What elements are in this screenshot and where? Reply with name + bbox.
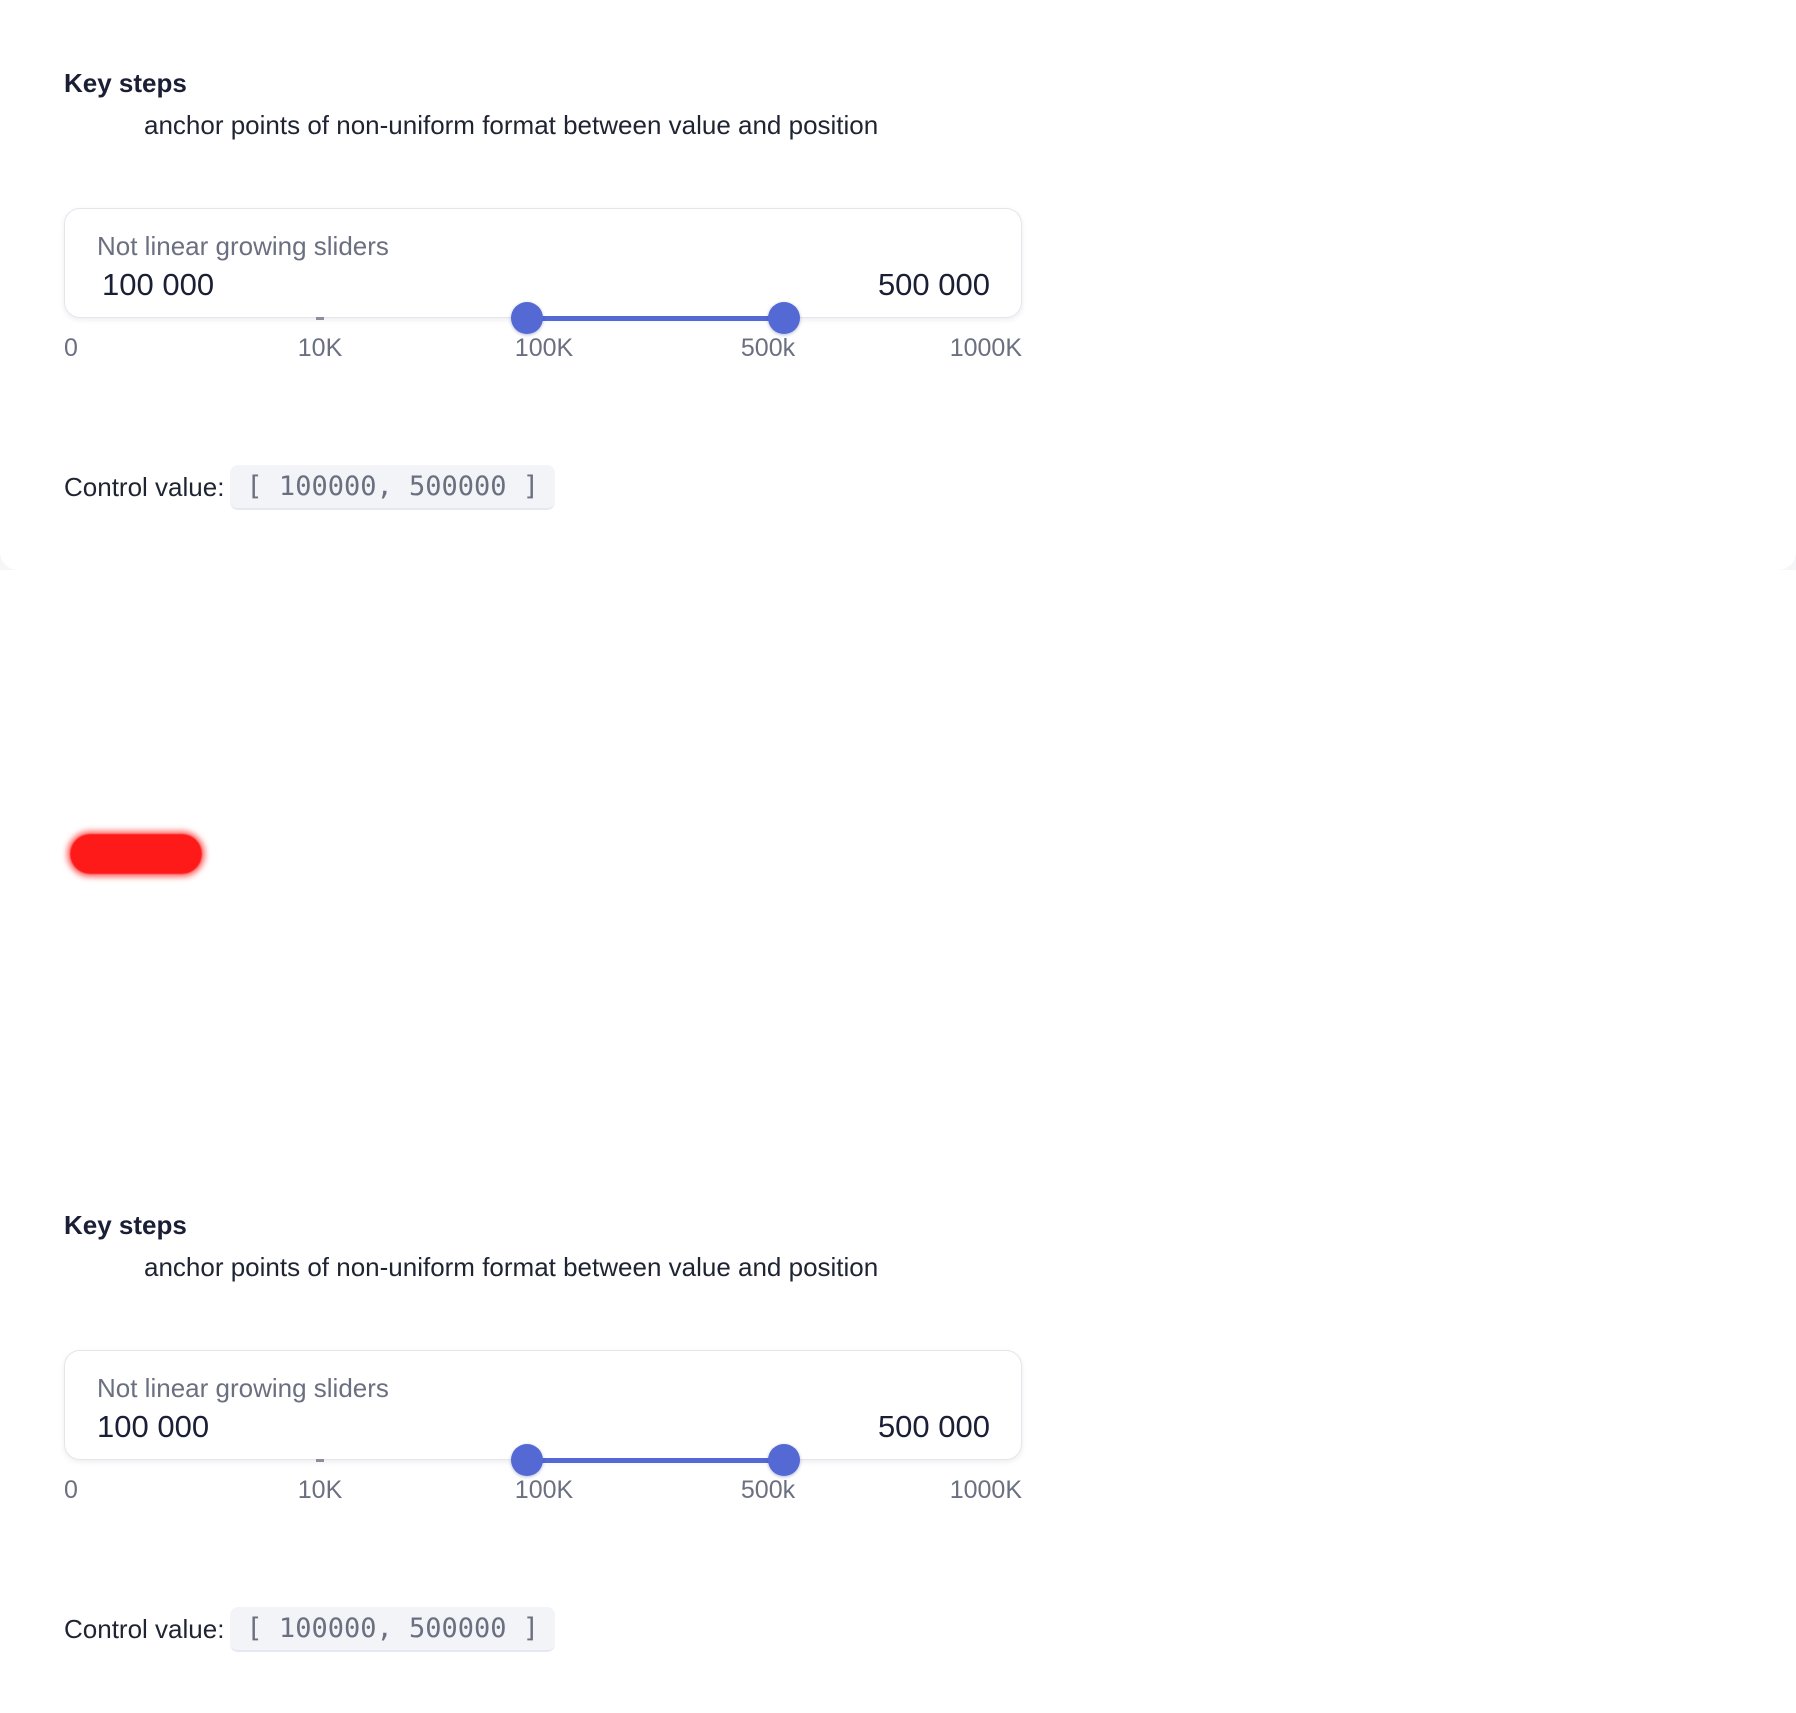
range-slider[interactable]: 0 10K 100K 500k 1000K — [64, 300, 1022, 380]
tick-label: 100K — [514, 334, 574, 362]
tick-label: 1000K — [949, 334, 1022, 362]
control-value-row: Control value: [ 100000, 500000 ] — [64, 1602, 556, 1656]
key-steps-section-2: Key steps anchor points of non-uniform f… — [0, 1142, 1796, 1712]
control-value-row: Control value: [ 100000, 500000 ] — [64, 460, 556, 514]
section-subtitle: anchor points of non-uniform format betw… — [144, 1252, 879, 1282]
slider-thumb-low[interactable] — [511, 1444, 543, 1476]
tick-mark — [316, 317, 324, 320]
slider-label: Not linear growing sliders — [97, 1373, 389, 1403]
control-value-code: [ 100000, 500000 ] — [230, 1606, 556, 1652]
low-value-display: 100 000 — [102, 267, 215, 302]
tick-label: 0 — [64, 1476, 78, 1504]
tick-label: 10K — [297, 1476, 343, 1504]
section-title: Key steps — [64, 68, 187, 98]
tick-label: 100K — [514, 1476, 574, 1504]
section-subtitle: anchor points of non-uniform format betw… — [144, 110, 879, 140]
high-value-display: 500 000 — [877, 267, 990, 302]
control-value-label: Control value: — [64, 1613, 225, 1644]
high-value-display: 500 000 — [877, 1409, 990, 1444]
tick-label: 10K — [297, 334, 343, 362]
slider-range-fill — [527, 316, 784, 321]
error-badge — [70, 834, 202, 874]
tick-label: 500k — [740, 334, 796, 362]
tick-label: 1000K — [949, 1476, 1022, 1504]
slider-thumb-high[interactable] — [768, 1444, 800, 1476]
control-value-code: [ 100000, 500000 ] — [230, 464, 556, 510]
slider-thumb-high[interactable] — [768, 302, 800, 334]
tick-mark — [316, 1459, 324, 1462]
slider-thumb-low[interactable] — [511, 302, 543, 334]
control-value-label: Control value: — [64, 471, 225, 502]
key-steps-section-1: Key steps anchor points of non-uniform f… — [0, 0, 1796, 570]
low-value-display: 100 000 — [97, 1409, 210, 1444]
tick-label: 0 — [64, 334, 78, 362]
slider-range-fill — [527, 1458, 784, 1463]
tick-label: 500k — [740, 1476, 796, 1504]
slider-label: Not linear growing sliders — [97, 231, 389, 261]
range-slider[interactable]: 0 10K 100K 500k 1000K — [64, 1442, 1022, 1522]
section-title: Key steps — [64, 1210, 187, 1240]
